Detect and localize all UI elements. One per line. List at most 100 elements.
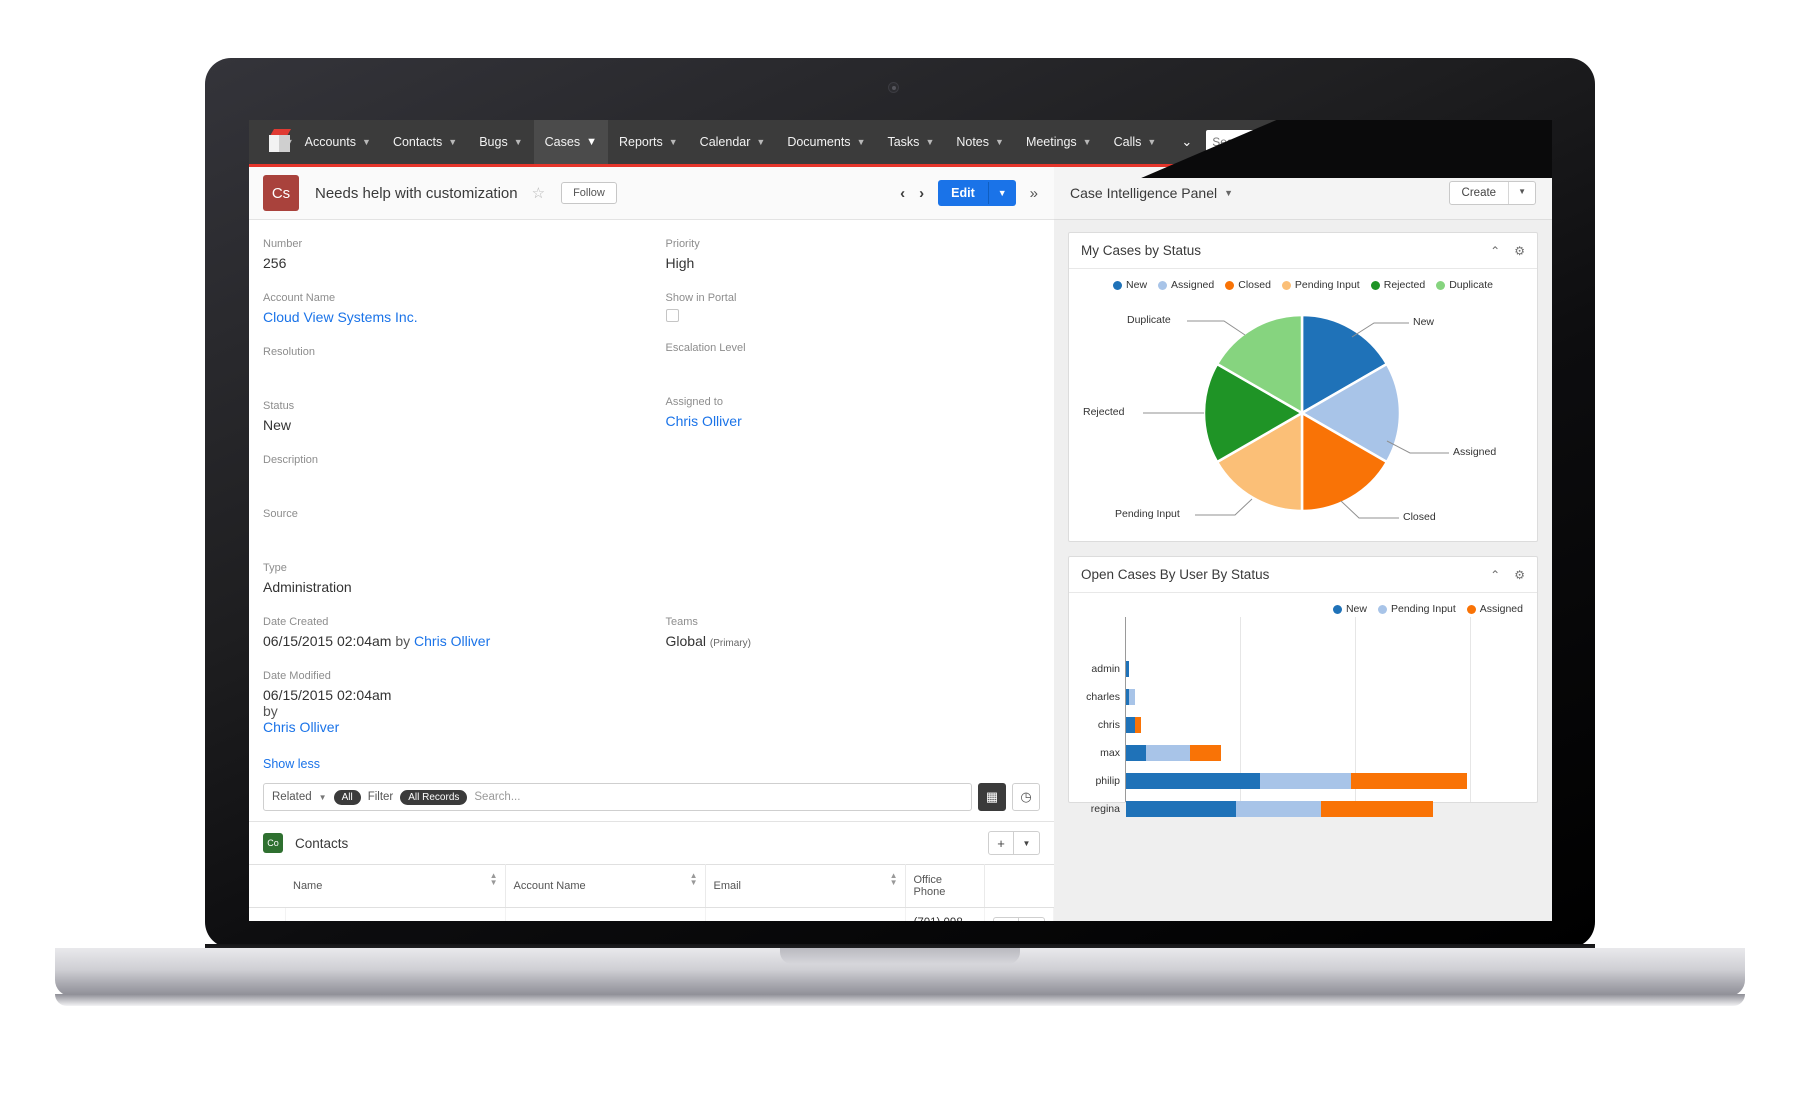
dashlet-header-icons: ⌃ ⚙ bbox=[1490, 568, 1525, 582]
nav-item-tasks[interactable]: Tasks ▼ bbox=[876, 120, 945, 164]
field-value[interactable] bbox=[263, 363, 652, 380]
nav-label: Reports bbox=[618, 135, 663, 149]
nav-item-calendar[interactable]: Calendar ▼ bbox=[689, 120, 777, 164]
field-value[interactable] bbox=[263, 471, 652, 488]
nav-item-accounts[interactable]: Accounts ▼ bbox=[294, 120, 382, 164]
nav-item-meetings[interactable]: Meetings ▼ bbox=[1015, 120, 1103, 164]
legend-item-duplicate[interactable]: Duplicate bbox=[1436, 279, 1493, 291]
legend-item-new[interactable]: New bbox=[1332, 603, 1367, 615]
date-modified-value: 06/15/2015 02:04am bbox=[263, 687, 392, 703]
nav-label: Bugs bbox=[479, 135, 508, 149]
panel-caret-down-icon[interactable]: ▼ bbox=[1224, 188, 1233, 198]
gear-icon[interactable]: ⚙ bbox=[1514, 244, 1525, 258]
row-menu-caret-down-icon[interactable]: ▼ bbox=[1019, 917, 1045, 921]
edit-button[interactable]: Edit ▼ bbox=[938, 180, 1016, 206]
grid-view-icon[interactable]: ▦ bbox=[978, 783, 1006, 811]
legend-item-rejected[interactable]: Rejected bbox=[1370, 279, 1426, 291]
clock-icon[interactable]: ◷ bbox=[1012, 783, 1040, 811]
legend-item-assigned[interactable]: Assigned bbox=[1466, 603, 1523, 615]
related-filter-bar[interactable]: Related ▼ All Filter All Records Search.… bbox=[263, 783, 972, 811]
segment-assigned bbox=[1190, 745, 1221, 761]
next-record-chevron-right-icon[interactable]: › bbox=[919, 185, 924, 202]
date-created-user-link[interactable]: Chris Olliver bbox=[414, 633, 490, 649]
header-email[interactable]: Email ▲ ▼ bbox=[705, 864, 906, 908]
legend-item-assigned[interactable]: Assigned bbox=[1158, 279, 1214, 291]
show-less-link[interactable]: Show less bbox=[249, 755, 1054, 771]
pie-chart-svg[interactable] bbox=[1069, 293, 1535, 541]
nav-item-reports[interactable]: Reports ▼ bbox=[608, 120, 689, 164]
dashlet-list: My Cases by Status ⌃ ⚙ New Assigned Clos… bbox=[1054, 220, 1552, 921]
nav-item-calls[interactable]: Calls ▼ bbox=[1103, 120, 1168, 164]
more-actions-double-chevron-icon[interactable]: » bbox=[1030, 185, 1038, 202]
collapse-chevron-up-icon[interactable]: ⌃ bbox=[1490, 568, 1500, 582]
legend-label: Rejected bbox=[1383, 279, 1426, 291]
caret-down-icon: ▼ bbox=[995, 137, 1004, 147]
bar-row-admin[interactable]: admin bbox=[1091, 661, 1129, 677]
all-records-pill[interactable]: All Records bbox=[400, 789, 468, 805]
field-label: Escalation Level bbox=[665, 342, 746, 354]
related-toolbar: Related ▼ All Filter All Records Search.… bbox=[249, 771, 1054, 811]
bar-row-max[interactable]: max bbox=[1100, 745, 1221, 761]
sort-icon[interactable]: ▲ ▼ bbox=[690, 872, 698, 887]
nav-item-contacts[interactable]: Contacts ▼ bbox=[382, 120, 468, 164]
show-in-portal-checkbox[interactable] bbox=[665, 309, 679, 322]
field-value[interactable] bbox=[263, 525, 652, 542]
create-caret-down-icon[interactable]: ▼ bbox=[1508, 182, 1535, 204]
account-name-link[interactable]: Cloud View Systems Inc. bbox=[263, 309, 652, 326]
date-modified-user-link[interactable]: Chris Olliver bbox=[263, 719, 652, 735]
nav-item-bugs[interactable]: Bugs ▼ bbox=[468, 120, 533, 164]
field-value[interactable]: 256 bbox=[263, 255, 652, 272]
legend-item-new[interactable]: New bbox=[1113, 279, 1147, 291]
field-date-created: Date Created 06/15/2015 02:04am by Chris… bbox=[263, 616, 652, 650]
field-value[interactable]: Administration bbox=[263, 579, 652, 596]
create-button[interactable]: Create ▼ bbox=[1448, 181, 1536, 205]
legend-item-pending-input[interactable]: Pending Input bbox=[1281, 279, 1360, 291]
nav-more-chevron-down-icon[interactable]: ⌄ bbox=[1167, 134, 1206, 150]
table-row[interactable]: ☆ Brandi Steel Cloud View Systems Inc. b… bbox=[249, 907, 1054, 921]
follow-button[interactable]: Follow bbox=[561, 182, 617, 204]
nav-item-notes[interactable]: Notes ▼ bbox=[945, 120, 1015, 164]
preview-eye-icon[interactable]: ◉ bbox=[993, 917, 1019, 921]
field-value[interactable]: New bbox=[263, 417, 652, 434]
legend-item-closed[interactable]: Closed bbox=[1225, 279, 1271, 291]
column-label: Name bbox=[293, 880, 323, 892]
bar-chart[interactable]: admin charles chris max philip regina bbox=[1069, 617, 1537, 817]
intelligence-panel-title[interactable]: Case Intelligence Panel bbox=[1070, 185, 1217, 201]
header-office-phone[interactable]: Office Phone bbox=[905, 864, 985, 908]
nav-item-cases[interactable]: Cases ▼ bbox=[533, 120, 608, 164]
segment-new bbox=[1126, 745, 1146, 761]
bar-row-regina[interactable]: regina bbox=[1091, 801, 1433, 817]
header-account-name[interactable]: Account Name ▲ ▼ bbox=[505, 864, 706, 908]
field-value[interactable] bbox=[666, 359, 1041, 376]
sugar-cube-logo-icon[interactable] bbox=[269, 129, 292, 155]
all-pill[interactable]: All bbox=[333, 789, 361, 805]
field-escalation-level: Escalation Level bbox=[666, 342, 1041, 376]
contacts-menu-caret-down-icon[interactable]: ▼ bbox=[1014, 831, 1040, 855]
sort-icon[interactable]: ▲ ▼ bbox=[490, 872, 498, 887]
pie-label-assigned: Assigned bbox=[1453, 446, 1497, 458]
header-name[interactable]: Name ▲ ▼ bbox=[285, 864, 506, 908]
edit-caret-down-icon[interactable]: ▼ bbox=[987, 182, 1016, 204]
nav-label: Calls bbox=[1113, 135, 1142, 149]
favorite-star-icon[interactable]: ☆ bbox=[532, 184, 545, 202]
sort-icon[interactable]: ▲ ▼ bbox=[890, 872, 898, 887]
related-search-input[interactable]: Search... bbox=[474, 791, 520, 803]
bar-row-philip[interactable]: philip bbox=[1095, 773, 1467, 789]
prev-record-chevron-left-icon[interactable]: ‹ bbox=[900, 185, 905, 202]
bar-category-label: admin bbox=[1091, 663, 1120, 675]
related-dropdown-label[interactable]: Related bbox=[272, 791, 312, 803]
add-contact-plus-icon[interactable]: + bbox=[988, 831, 1014, 855]
fields-left-column: Number 256 Account Name Cloud View Syste… bbox=[263, 238, 652, 616]
collapse-chevron-up-icon[interactable]: ⌃ bbox=[1490, 244, 1500, 258]
bar-row-chris[interactable]: chris bbox=[1098, 717, 1141, 733]
row-favorite-star-icon[interactable]: ☆ bbox=[249, 907, 286, 921]
assigned-to-link[interactable]: Chris Olliver bbox=[666, 413, 1041, 430]
caret-down-icon[interactable]: ▼ bbox=[319, 793, 327, 802]
filter-label[interactable]: Filter bbox=[368, 791, 394, 803]
gear-icon[interactable]: ⚙ bbox=[1514, 568, 1525, 582]
field-label: Date Created bbox=[263, 616, 329, 628]
field-value[interactable]: High bbox=[666, 255, 1041, 272]
bar-row-charles[interactable]: charles bbox=[1086, 689, 1135, 705]
nav-item-documents[interactable]: Documents ▼ bbox=[776, 120, 876, 164]
legend-item-pending-input[interactable]: Pending Input bbox=[1377, 603, 1456, 615]
